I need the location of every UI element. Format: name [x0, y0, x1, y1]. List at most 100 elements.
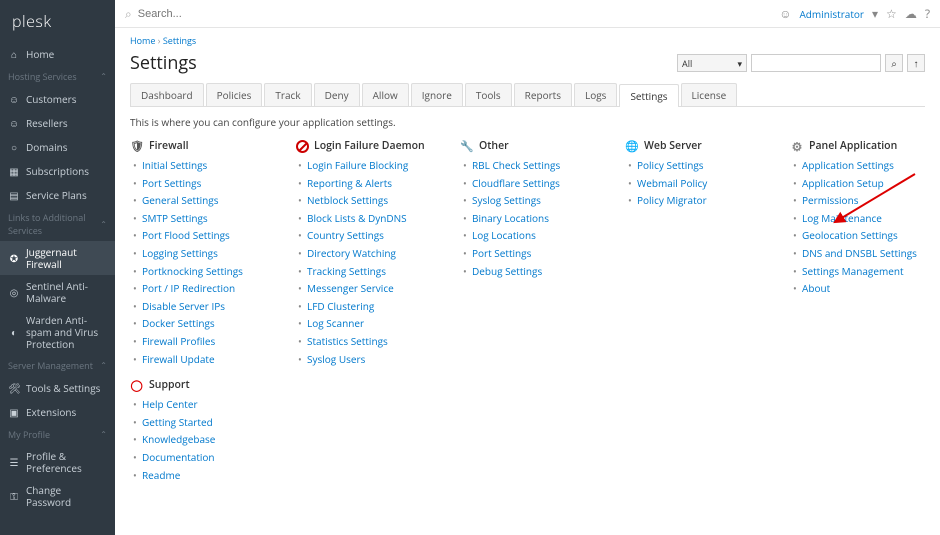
firewall-link[interactable]: Port / IP Redirection: [142, 281, 235, 295]
support-link[interactable]: Getting Started: [142, 415, 213, 429]
login-link[interactable]: Block Lists & DynDNS: [307, 211, 407, 225]
list-item: Country Settings: [295, 227, 430, 245]
web-link[interactable]: Webmail Policy: [637, 176, 707, 190]
panel-link[interactable]: Permissions: [802, 193, 858, 207]
tab-track[interactable]: Track: [264, 83, 311, 106]
list-item: Messenger Service: [295, 280, 430, 298]
filter-select[interactable]: All▾: [677, 54, 747, 72]
login-link[interactable]: Statistics Settings: [307, 334, 388, 348]
nav-change-password[interactable]: ⚿Change Password: [0, 479, 115, 513]
search-button[interactable]: ⌕: [885, 54, 903, 72]
login-link[interactable]: Syslog Users: [307, 352, 365, 366]
breadcrumb-current[interactable]: Settings: [163, 34, 196, 47]
login-link[interactable]: Reporting & Alerts: [307, 176, 392, 190]
nav-section-hosting[interactable]: Hosting Services⌃: [0, 66, 115, 87]
cloud-icon[interactable]: ☁: [905, 5, 917, 22]
breadcrumb-home[interactable]: Home: [130, 34, 155, 47]
panel-link[interactable]: Application Setup: [802, 176, 884, 190]
firewall-link[interactable]: Portknocking Settings: [142, 264, 243, 278]
tab-tools[interactable]: Tools: [465, 83, 512, 106]
other-link[interactable]: Syslog Settings: [472, 193, 541, 207]
web-link[interactable]: Policy Settings: [637, 158, 704, 172]
tab-reports[interactable]: Reports: [514, 83, 572, 106]
firewall-link[interactable]: Port Flood Settings: [142, 228, 230, 242]
nav-sentinel[interactable]: ◎Sentinel Anti-Malware: [0, 275, 115, 309]
nav-section-server[interactable]: Server Management⌃: [0, 355, 115, 376]
tab-dashboard[interactable]: Dashboard: [130, 83, 204, 106]
admin-link[interactable]: Administrator: [799, 7, 864, 21]
firewall-link[interactable]: SMTP Settings: [142, 211, 208, 225]
chevron-down-icon[interactable]: ▾: [872, 5, 878, 22]
nav-subscriptions[interactable]: ▦Subscriptions: [0, 159, 115, 183]
firewall-link[interactable]: Disable Server IPs: [142, 299, 225, 313]
other-link[interactable]: Log Locations: [472, 228, 536, 242]
firewall-link[interactable]: General Settings: [142, 193, 218, 207]
nav-tools[interactable]: 🛠Tools & Settings: [0, 376, 115, 400]
login-link[interactable]: Log Scanner: [307, 316, 364, 330]
panel-link[interactable]: DNS and DNSBL Settings: [802, 246, 917, 260]
panel-link[interactable]: Application Settings: [802, 158, 894, 172]
nav-section-links[interactable]: Links to Additional Services⌃: [0, 207, 115, 241]
nav-home[interactable]: ⌂Home: [0, 42, 115, 66]
support-link[interactable]: Documentation: [142, 450, 215, 464]
login-link[interactable]: Netblock Settings: [307, 193, 388, 207]
list-item: Knowledgebase: [130, 431, 265, 449]
nav-section-profile[interactable]: My Profile⌃: [0, 424, 115, 445]
support-link[interactable]: Knowledgebase: [142, 432, 215, 446]
nav-profile-prefs[interactable]: ☰Profile & Preferences: [0, 445, 115, 479]
login-link[interactable]: Messenger Service: [307, 281, 394, 295]
nav-extensions[interactable]: ▣Extensions: [0, 400, 115, 424]
sort-button[interactable]: ↑: [907, 54, 925, 72]
firewall-link[interactable]: Initial Settings: [142, 158, 207, 172]
tab-license[interactable]: License: [681, 83, 738, 106]
firewall-link[interactable]: Docker Settings: [142, 316, 215, 330]
nav-warden[interactable]: ◐Warden Anti-spam and Virus Protection: [0, 309, 115, 355]
nav-customers[interactable]: ☺Customers: [0, 87, 115, 111]
search-icon: ◎: [8, 285, 20, 299]
list-panel: Application Settings Application Setup Per…: [790, 157, 925, 298]
firewall-link[interactable]: Firewall Update: [142, 352, 215, 366]
tab-logs[interactable]: Logs: [574, 83, 617, 106]
help-icon[interactable]: ?: [925, 5, 930, 22]
notification-icon[interactable]: ☆: [886, 5, 897, 22]
list-item: Log Locations: [460, 227, 595, 245]
panel-link[interactable]: Geolocation Settings: [802, 228, 898, 242]
other-link[interactable]: RBL Check Settings: [472, 158, 560, 172]
tab-allow[interactable]: Allow: [362, 83, 409, 106]
list-item: Webmail Policy: [625, 175, 760, 193]
panel-link[interactable]: Log Maintenance: [802, 211, 882, 225]
support-link[interactable]: Help Center: [142, 397, 198, 411]
tab-policies[interactable]: Policies: [206, 83, 263, 106]
nav-juggernaut[interactable]: ✪Juggernaut Firewall: [0, 241, 115, 275]
tab-settings[interactable]: Settings: [619, 84, 678, 107]
chevron-up-icon: ⌃: [100, 71, 107, 82]
web-link[interactable]: Policy Migrator: [637, 193, 707, 207]
login-link[interactable]: Login Failure Blocking: [307, 158, 408, 172]
nav-resellers[interactable]: ☺Resellers: [0, 111, 115, 135]
col-head-other: Other: [460, 139, 595, 153]
topbar-right: ☺ Administrator ▾ ☆ ☁ ?: [779, 5, 930, 22]
login-link[interactable]: LFD Clustering: [307, 299, 374, 313]
login-link[interactable]: Country Settings: [307, 228, 384, 242]
filter-input[interactable]: [751, 54, 881, 72]
nav-domains[interactable]: ○Domains: [0, 135, 115, 159]
tab-deny[interactable]: Deny: [314, 83, 360, 106]
list-item: Portknocking Settings: [130, 263, 265, 281]
support-link[interactable]: Readme: [142, 468, 180, 482]
search-input[interactable]: [138, 3, 388, 25]
other-link[interactable]: Debug Settings: [472, 264, 542, 278]
nav-service-plans[interactable]: ▤Service Plans: [0, 183, 115, 207]
tab-ignore[interactable]: Ignore: [411, 83, 463, 106]
panel-link[interactable]: Settings Management: [802, 264, 904, 278]
other-link[interactable]: Binary Locations: [472, 211, 549, 225]
firewall-link[interactable]: Logging Settings: [142, 246, 218, 260]
login-link[interactable]: Directory Watching: [307, 246, 396, 260]
other-link[interactable]: Port Settings: [472, 246, 531, 260]
firewall-link[interactable]: Firewall Profiles: [142, 334, 215, 348]
list-item: Docker Settings: [130, 315, 265, 333]
firewall-link[interactable]: Port Settings: [142, 176, 201, 190]
panel-link[interactable]: About: [802, 281, 830, 295]
other-link[interactable]: Cloudflare Settings: [472, 176, 560, 190]
login-link[interactable]: Tracking Settings: [307, 264, 386, 278]
list-item: Getting Started: [130, 414, 265, 432]
